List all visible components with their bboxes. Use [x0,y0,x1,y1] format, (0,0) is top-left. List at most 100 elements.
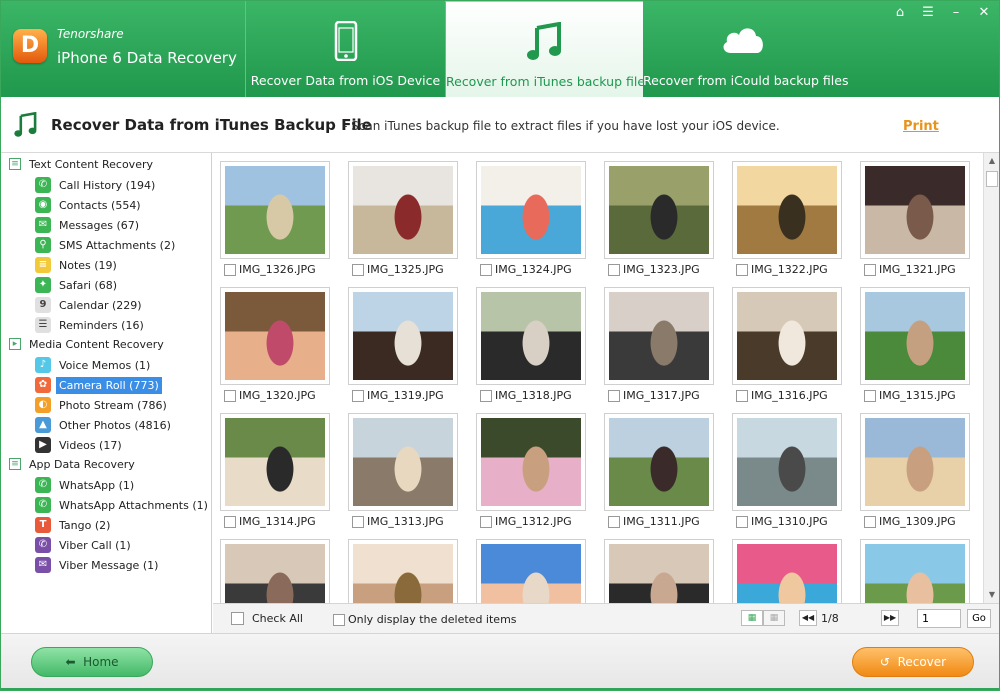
photo-thumbnail[interactable] [220,287,330,385]
section-toggle-icon[interactable]: ≡ [9,158,21,170]
sidebar-item[interactable]: ✉ Viber Message (1) [35,555,158,575]
photo-item[interactable] [860,539,972,603]
photo-thumbnail[interactable] [476,161,586,259]
sidebar-item[interactable]: ☰ Reminders (16) [35,315,144,335]
photo-checkbox[interactable] [224,515,236,528]
photo-thumbnail[interactable] [220,161,330,259]
photo-item[interactable]: IMG_1312.JPG [476,413,588,528]
photo-thumbnail[interactable] [860,413,970,511]
photo-item[interactable]: IMG_1311.JPG [604,413,716,528]
grid-view-icon[interactable]: ▦ [741,610,763,626]
photo-item[interactable]: IMG_1318.JPG [476,287,588,402]
photo-thumbnail[interactable] [348,413,458,511]
page-number-input[interactable] [917,609,961,628]
photo-thumbnail[interactable] [604,287,714,385]
photo-thumbnail[interactable] [476,413,586,511]
photo-item[interactable]: IMG_1310.JPG [732,413,844,528]
photo-checkbox[interactable] [608,389,620,402]
photo-checkbox[interactable] [608,263,620,276]
photo-checkbox[interactable] [224,263,236,276]
sidebar-item[interactable]: ⚲ SMS Attachments (2) [35,235,175,255]
photo-checkbox[interactable] [480,515,492,528]
only-deleted-filter[interactable]: Only display the deleted items [333,613,517,626]
sidebar-item[interactable]: T Tango (2) [35,515,110,535]
photo-item[interactable]: IMG_1324.JPG [476,161,588,276]
photo-item[interactable]: IMG_1320.JPG [220,287,332,402]
photo-thumbnail[interactable] [604,413,714,511]
settings-icon[interactable]: ☰ [919,5,937,20]
photo-thumbnail[interactable] [732,539,842,603]
check-all[interactable]: Check All [231,612,303,625]
sidebar-item[interactable]: ◐ Photo Stream (786) [35,395,167,415]
photo-checkbox[interactable] [864,263,876,276]
tab-recover-icloud-backup[interactable]: Recover from iCould backup files [643,1,848,97]
photo-item[interactable] [604,539,716,603]
sidebar-section[interactable]: ≡ Text Content Recovery [9,155,153,173]
photo-thumbnail[interactable] [220,413,330,511]
photo-checkbox[interactable] [736,389,748,402]
tab-recover-itunes-backup[interactable]: Recover from iTunes backup files [445,1,652,97]
sidebar-item[interactable]: ≡ Notes (19) [35,255,117,275]
photo-thumbnail[interactable] [860,161,970,259]
sidebar-section[interactable]: ▸ Media Content Recovery [9,335,164,353]
photo-thumbnail[interactable] [348,539,458,603]
sidebar-item[interactable]: ♪ Voice Memos (1) [35,355,150,375]
photo-item[interactable]: IMG_1319.JPG [348,287,460,402]
vertical-scrollbar[interactable]: ▲ ▼ [983,153,999,603]
photo-item[interactable] [348,539,460,603]
photo-thumbnail[interactable] [604,161,714,259]
photo-checkbox[interactable] [352,263,364,276]
check-all-checkbox[interactable] [231,612,244,625]
next-page-icon[interactable]: ▶▶ [881,610,899,626]
photo-thumbnail[interactable] [860,287,970,385]
photo-item[interactable] [732,539,844,603]
sidebar-item[interactable]: ✆ Call History (194) [35,175,155,195]
photo-item[interactable] [476,539,588,603]
print-link[interactable]: Print [903,119,939,134]
sidebar-item[interactable]: ✆ Viber Call (1) [35,535,131,555]
photo-item[interactable]: IMG_1316.JPG [732,287,844,402]
photo-item[interactable]: IMG_1323.JPG [604,161,716,276]
only-deleted-checkbox[interactable] [333,613,345,626]
photo-item[interactable]: IMG_1317.JPG [604,287,716,402]
photo-checkbox[interactable] [736,263,748,276]
photo-thumbnail[interactable] [220,539,330,603]
photo-checkbox[interactable] [480,389,492,402]
photo-thumbnail[interactable] [348,161,458,259]
minimize-icon[interactable]: – [947,5,965,20]
scroll-down-icon[interactable]: ▼ [984,587,999,603]
home-button[interactable]: ⬅ Home [31,647,153,677]
photo-thumbnail[interactable] [476,287,586,385]
scroll-thumb[interactable] [986,171,998,187]
photo-checkbox[interactable] [736,515,748,528]
sidebar-item[interactable]: ✦ Safari (68) [35,275,117,295]
recover-button[interactable]: ↺ Recover [852,647,974,677]
sidebar-item[interactable]: 9 Calendar (229) [35,295,142,315]
sidebar-item[interactable]: ✿ Camera Roll (773) [35,375,162,395]
photo-checkbox[interactable] [864,389,876,402]
photo-checkbox[interactable] [608,515,620,528]
photo-thumbnail[interactable] [732,287,842,385]
photo-thumbnail[interactable] [860,539,970,603]
scroll-up-icon[interactable]: ▲ [984,153,999,169]
photo-item[interactable]: IMG_1313.JPG [348,413,460,528]
list-view-icon[interactable]: ▦ [763,610,785,626]
go-button[interactable]: Go [967,609,991,628]
photo-checkbox[interactable] [352,515,364,528]
photo-item[interactable]: IMG_1325.JPG [348,161,460,276]
sidebar-item[interactable]: ✉ Messages (67) [35,215,139,235]
sidebar-section[interactable]: ≡ App Data Recovery [9,455,135,473]
photo-thumbnail[interactable] [476,539,586,603]
photo-item[interactable]: IMG_1326.JPG [220,161,332,276]
sidebar-item[interactable]: ▲ Other Photos (4816) [35,415,171,435]
photo-checkbox[interactable] [864,515,876,528]
photo-item[interactable]: IMG_1315.JPG [860,287,972,402]
photo-thumbnail[interactable] [732,413,842,511]
section-toggle-icon[interactable]: ▸ [9,338,21,350]
sidebar-item[interactable]: ✆ WhatsApp Attachments (1) [35,495,208,515]
photo-checkbox[interactable] [352,389,364,402]
close-icon[interactable]: ✕ [975,5,993,20]
photo-item[interactable]: IMG_1309.JPG [860,413,972,528]
photo-checkbox[interactable] [224,389,236,402]
section-toggle-icon[interactable]: ≡ [9,458,21,470]
